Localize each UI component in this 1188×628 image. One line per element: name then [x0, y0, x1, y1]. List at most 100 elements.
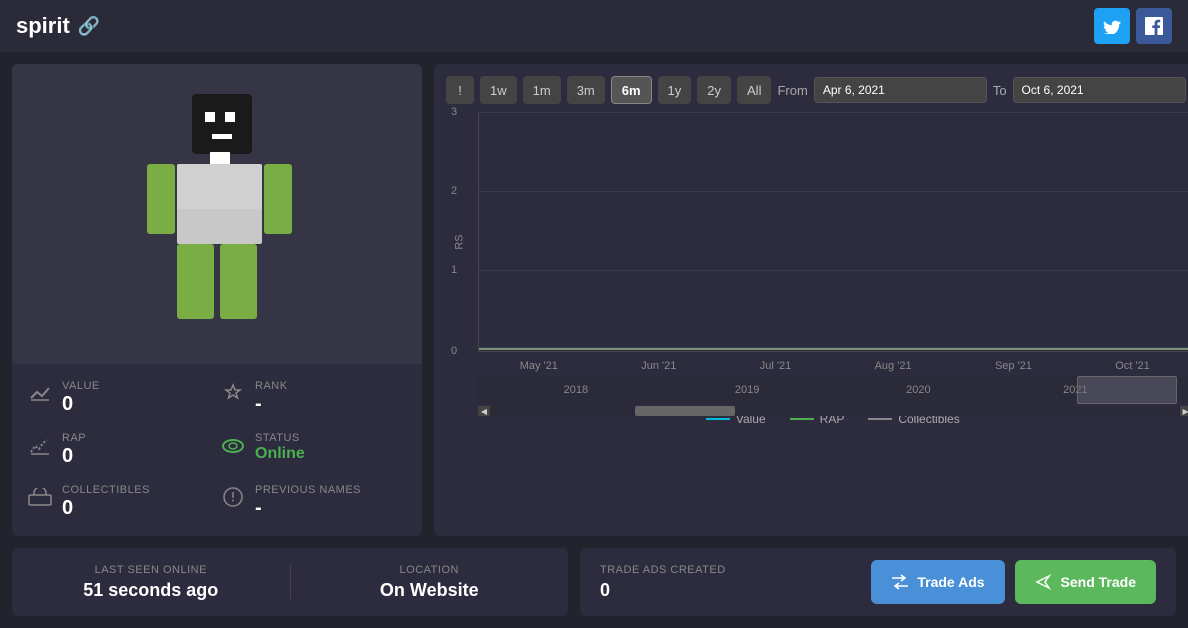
timeline-2018: 2018 — [564, 384, 588, 396]
chart-info-button[interactable]: ! — [446, 76, 474, 104]
last-seen-label: Last Seen Online — [95, 564, 207, 576]
value-label: Value — [62, 380, 100, 392]
to-label: To — [993, 83, 1007, 98]
stat-status-content: Status Online — [255, 432, 305, 463]
header: spirit 🔗 — [0, 0, 1188, 52]
send-trade-icon — [1035, 574, 1053, 590]
stat-rap-item: RAP 0 — [28, 432, 213, 468]
bottom-info-panel: Last Seen Online 51 seconds ago Location… — [12, 548, 568, 616]
trade-ads-count: 0 — [600, 580, 610, 601]
x-label-oct: Oct '21 — [1115, 360, 1150, 372]
stats-grid: Value 0 Rank - — [12, 364, 422, 536]
collectibles-icon — [28, 486, 52, 512]
chart-area: RS 3 2 1 0 Collectibles — [446, 112, 1188, 524]
stat-rap-content: RAP 0 — [62, 432, 86, 468]
prev-names-value: - — [255, 496, 361, 520]
bottom-right-panel: Trade Ads Created 0 Trade Ads Send Trade — [580, 548, 1176, 616]
legend-value-line — [706, 418, 730, 420]
send-trade-button[interactable]: Send Trade — [1015, 560, 1156, 604]
trade-action-buttons: Trade Ads Send Trade — [871, 560, 1156, 604]
status-value: Online — [255, 444, 305, 463]
logo-area: spirit 🔗 — [16, 13, 100, 39]
time-all-button[interactable]: All — [737, 76, 771, 104]
right-panel: ! 1w 1m 3m 6m 1y 2y All From To ≡ RS — [434, 64, 1188, 536]
time-2y-button[interactable]: 2y — [697, 76, 731, 104]
facebook-button[interactable] — [1136, 8, 1172, 44]
time-6m-button[interactable]: 6m — [611, 76, 652, 104]
logo-text: spirit — [16, 13, 70, 39]
x-label-may: May '21 — [520, 360, 558, 372]
status-label: Status — [255, 432, 305, 444]
scroll-right-arrow[interactable]: ▶ — [1180, 406, 1188, 416]
timeline-bar: 2018 2019 2020 2021 — [478, 376, 1188, 404]
timeline-2019: 2019 — [735, 384, 759, 396]
chart-plot: RS 3 2 1 0 Collectibles — [446, 112, 1188, 372]
status-icon — [221, 434, 245, 460]
rap-icon — [28, 434, 52, 462]
location-stat: Location On Website — [291, 548, 569, 616]
from-date-input[interactable] — [814, 77, 987, 103]
trade-ads-icon — [891, 574, 909, 590]
location-label: Location — [400, 564, 459, 576]
collectibles-label: Collectibles — [62, 484, 150, 496]
trade-ads-button[interactable]: Trade Ads — [871, 560, 1004, 604]
scroll-thumb[interactable] — [635, 406, 735, 416]
trade-ads-section: Trade Ads Created 0 — [600, 564, 855, 601]
trade-ads-label: Trade Ads Created — [600, 564, 726, 576]
y-tick-1: 1 — [451, 264, 457, 276]
stat-collectibles-item: Collectibles 0 — [28, 484, 213, 520]
value-icon — [28, 382, 52, 410]
avatar-container — [12, 64, 422, 364]
legend-collectibles-line — [868, 418, 892, 420]
chart-plot-area: 3 2 1 0 Collectibles — [478, 112, 1188, 352]
stat-prev-names-content: Previous Names - — [255, 484, 361, 520]
value-number: 0 — [62, 392, 100, 416]
stat-rank-content: Rank - — [255, 380, 288, 416]
y-axis-label: RS — [454, 234, 466, 249]
stat-status-item: Status Online — [221, 432, 406, 468]
social-buttons — [1094, 8, 1172, 44]
rank-icon — [221, 382, 245, 410]
x-label-sep: Sep '21 — [995, 360, 1032, 372]
y-tick-0: 0 — [451, 345, 457, 357]
x-axis-labels: May '21 Jun '21 Jul '21 Aug '21 Sep '21 … — [478, 360, 1188, 372]
y-tick-2: 2 — [451, 185, 457, 197]
timeline-selection[interactable] — [1077, 376, 1177, 404]
time-3m-button[interactable]: 3m — [567, 76, 605, 104]
to-date-input[interactable] — [1013, 77, 1186, 103]
scroll-left-arrow[interactable]: ◀ — [478, 406, 490, 416]
timeline-2020: 2020 — [906, 384, 930, 396]
stat-value-content: Value 0 — [62, 380, 100, 416]
from-label: From — [777, 83, 807, 98]
x-label-aug: Aug '21 — [875, 360, 912, 372]
stat-collectibles-content: Collectibles 0 — [62, 484, 150, 520]
rank-label: Rank — [255, 380, 288, 392]
main-content: Value 0 Rank - — [0, 52, 1188, 548]
time-1y-button[interactable]: 1y — [658, 76, 692, 104]
time-1w-button[interactable]: 1w — [480, 76, 517, 104]
rank-number: - — [255, 392, 288, 416]
twitter-button[interactable] — [1094, 8, 1130, 44]
x-label-jul: Jul '21 — [760, 360, 791, 372]
avatar-svg — [137, 84, 297, 344]
x-label-jun: Jun '21 — [641, 360, 676, 372]
timeline-container: 2018 2019 2020 2021 ◀ ▶ — [478, 376, 1188, 412]
link-icon: 🔗 — [78, 16, 100, 37]
stat-value-item: Value 0 — [28, 380, 213, 416]
rap-label: RAP — [62, 432, 86, 444]
y-tick-3: 3 — [451, 106, 457, 118]
chart-lines-svg — [479, 112, 1188, 351]
stat-prev-names-item: Previous Names - — [221, 484, 406, 520]
legend-rap-line — [790, 418, 814, 420]
bottom-bar: Last Seen Online 51 seconds ago Location… — [0, 548, 1188, 628]
chart-controls: ! 1w 1m 3m 6m 1y 2y All From To ≡ — [446, 76, 1188, 104]
chart-scrollbar[interactable]: ◀ ▶ — [478, 406, 1188, 416]
collectibles-number: 0 — [62, 496, 150, 520]
prev-names-label: Previous Names — [255, 484, 361, 496]
stat-rank-item: Rank - — [221, 380, 406, 416]
prev-names-icon — [221, 486, 245, 514]
rap-number: 0 — [62, 444, 86, 468]
location-value: On Website — [380, 580, 479, 601]
time-1m-button[interactable]: 1m — [523, 76, 561, 104]
last-seen-value: 51 seconds ago — [83, 580, 218, 601]
